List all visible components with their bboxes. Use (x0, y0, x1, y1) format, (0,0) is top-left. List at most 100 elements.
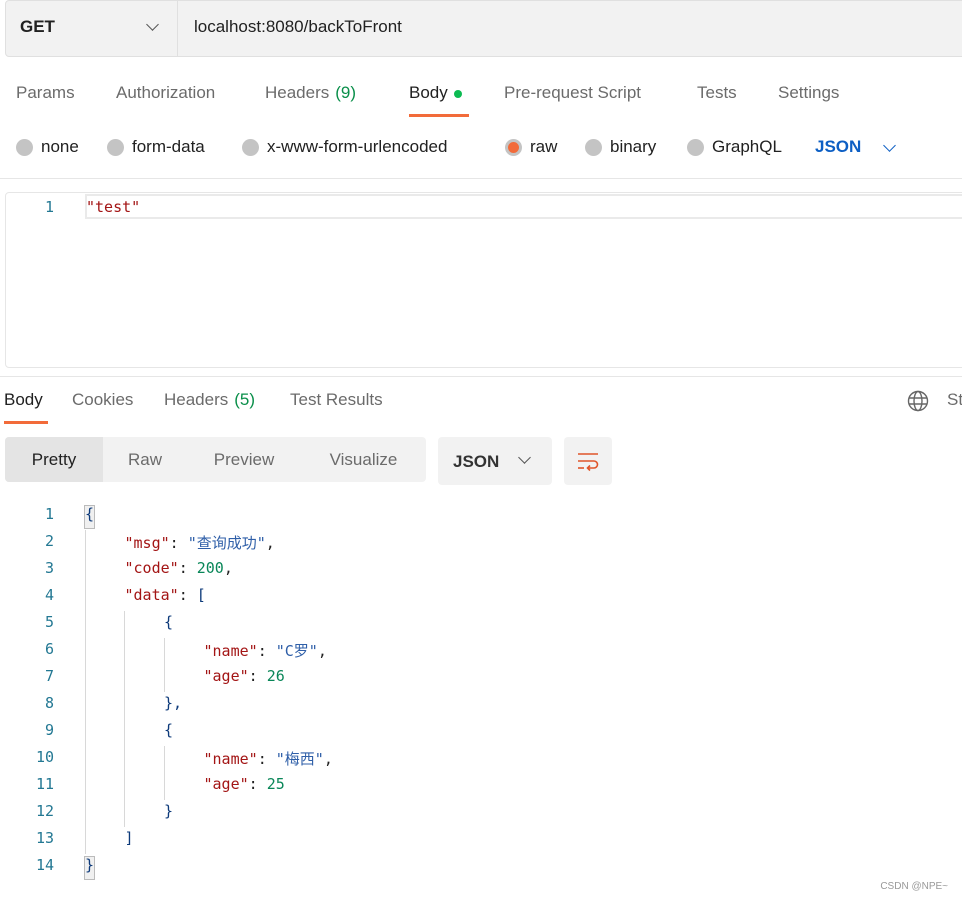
active-tab-underline (409, 114, 469, 117)
code-line: "age": 26 (204, 667, 285, 685)
tab-label: Tests (697, 83, 737, 102)
modified-dot-icon (453, 89, 462, 98)
radio-label-none[interactable]: none (41, 137, 79, 157)
tab-label: Test Results (290, 390, 383, 409)
count-badge: (9) (335, 83, 357, 102)
tab-label: Headers (265, 83, 330, 102)
code-token: "C罗" (275, 642, 318, 660)
tab-label: Body (4, 390, 43, 409)
divider (0, 178, 962, 179)
code-line: { (164, 721, 173, 739)
response-tab-headers[interactable]: Headers (5) (164, 390, 255, 410)
tab-label: Authorization (116, 83, 216, 102)
chevron-down-icon[interactable] (883, 139, 896, 152)
code-token: [ (196, 586, 206, 604)
globe-icon[interactable] (907, 390, 929, 412)
code-token: 200 (196, 559, 224, 577)
code-token: , (317, 642, 327, 660)
code-token: , (323, 750, 333, 768)
view-mode-segmented: Pretty Raw Preview Visualize (5, 437, 426, 482)
tab-authorization[interactable]: Authorization (116, 83, 215, 103)
radio-label-GraphQL[interactable]: GraphQL (712, 137, 782, 157)
code-line: }, (164, 694, 182, 712)
code-token: : (169, 534, 188, 552)
code-line: { (164, 613, 173, 631)
tab-headers[interactable]: Headers (9) (265, 83, 356, 103)
indent-guide (124, 611, 125, 827)
url-input[interactable]: localhost:8080/backToFront (194, 17, 402, 37)
line-number: 9 (44, 721, 54, 739)
line-number: 8 (44, 694, 54, 712)
line-number: 7 (44, 667, 54, 685)
code-token: { (164, 613, 174, 631)
line-number: 13 (35, 829, 54, 847)
code-token: "msg" (124, 534, 170, 552)
tab-params[interactable]: Params (16, 83, 75, 103)
radio-label-x-www-form-urlencoded[interactable]: x-www-form-urlencoded (267, 137, 447, 157)
tab-label: Params (16, 83, 75, 102)
code-token: }, (164, 694, 183, 712)
code-token: { (164, 721, 174, 739)
line-number: 10 (35, 748, 54, 766)
code-line: "msg": "查询成功", (125, 532, 275, 553)
view-preview[interactable]: Preview (187, 437, 301, 482)
divider (177, 0, 178, 57)
view-visualize[interactable]: Visualize (301, 437, 426, 482)
response-tab-cookies[interactable]: Cookies (72, 390, 133, 410)
active-tab-underline (4, 421, 48, 424)
view-raw[interactable]: Raw (103, 437, 187, 482)
method-select[interactable]: GET (20, 17, 55, 37)
code-token: "梅西" (275, 750, 324, 768)
tab-pre-request-script[interactable]: Pre-request Script (504, 83, 641, 103)
code-line: } (164, 802, 173, 820)
wrap-lines-button[interactable] (564, 437, 612, 485)
line-number: 14 (35, 856, 54, 874)
radio-form-data[interactable] (107, 139, 124, 156)
code-token: "age" (203, 667, 249, 685)
tab-label: Settings (778, 83, 840, 102)
divider (0, 376, 962, 377)
radio-GraphQL[interactable] (687, 139, 704, 156)
radio-label-raw[interactable]: raw (530, 137, 557, 157)
response-format-select[interactable]: JSON (438, 437, 552, 485)
status-label: St (947, 390, 962, 409)
response-tab-test-results[interactable]: Test Results (290, 390, 383, 410)
code-line: "code": 200, (125, 559, 233, 577)
response-tab-body[interactable]: Body (4, 390, 43, 410)
code-token: : (257, 750, 276, 768)
code-token: 25 (266, 775, 285, 793)
code-token: "code" (124, 559, 179, 577)
body-language-select[interactable]: JSON (815, 137, 861, 157)
tab-label: Cookies (72, 390, 134, 409)
code-token: "data" (124, 586, 179, 604)
response-format-label: JSON (453, 452, 500, 471)
current-line-highlight (85, 194, 962, 219)
radio-x-www-form-urlencoded[interactable] (242, 139, 259, 156)
line-number: 2 (44, 532, 54, 550)
line-number: 4 (44, 586, 54, 604)
tab-body[interactable]: Body (409, 83, 462, 103)
tab-tests[interactable]: Tests (697, 83, 737, 103)
code-token: "name" (203, 642, 258, 660)
line-number: 6 (44, 640, 54, 658)
code-token: : (248, 667, 267, 685)
request-body-text[interactable]: "test" (86, 198, 140, 216)
tab-settings[interactable]: Settings (778, 83, 839, 103)
code-token: : (248, 775, 267, 793)
tab-label: Pre-request Script (504, 83, 641, 102)
radio-label-binary[interactable]: binary (610, 137, 656, 157)
tab-label: Body (409, 83, 448, 102)
radio-raw[interactable] (505, 139, 522, 156)
code-line: { (85, 505, 94, 523)
line-number: 12 (35, 802, 54, 820)
view-pretty[interactable]: Pretty (5, 437, 103, 482)
line-number: 1 (44, 505, 54, 523)
radio-label-form-data[interactable]: form-data (132, 137, 205, 157)
code-line: } (85, 856, 94, 874)
radio-binary[interactable] (585, 139, 602, 156)
radio-none[interactable] (16, 139, 33, 156)
code-token: } (85, 856, 95, 874)
code-token: "age" (203, 775, 249, 793)
line-number: 11 (35, 775, 54, 793)
indent-guide (164, 638, 165, 692)
